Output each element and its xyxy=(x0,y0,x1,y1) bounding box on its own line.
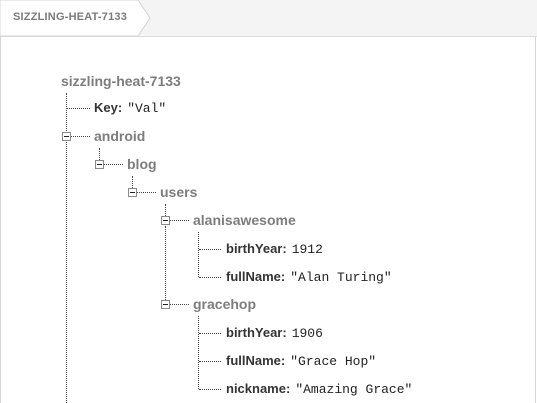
leaf-value: "Amazing Grace" xyxy=(295,382,413,397)
collapse-toggle-users[interactable] xyxy=(128,188,137,197)
tree-leaf-fullname[interactable]: fullName: "Alan Turing" xyxy=(226,269,392,285)
tree-leaf-key[interactable]: Key: "Val" xyxy=(94,100,166,116)
breadcrumb-item-root[interactable]: SIZZLING-HEAT-7133 xyxy=(0,0,151,37)
leaf-key: birthYear: xyxy=(226,325,287,340)
collapse-toggle-gracehop[interactable] xyxy=(161,300,170,309)
leaf-key: fullName: xyxy=(226,269,286,284)
tree-connector xyxy=(71,136,90,137)
tree-connector xyxy=(199,277,221,278)
leaf-key: fullName: xyxy=(226,353,286,368)
tree-node-blog[interactable]: blog xyxy=(127,156,157,172)
leaf-key: nickname: xyxy=(226,381,291,396)
tree-node-root[interactable]: sizzling-heat-7133 xyxy=(61,73,181,89)
tree-connector xyxy=(199,361,221,362)
leaf-value: 1912 xyxy=(291,242,323,257)
tree-connector xyxy=(104,164,123,165)
leaf-value: "Grace Hop" xyxy=(290,354,377,369)
collapse-toggle-android[interactable] xyxy=(62,132,71,141)
tree-connector xyxy=(199,389,221,390)
breadcrumb: SIZZLING-HEAT-7133 xyxy=(0,0,537,37)
tree-connector xyxy=(170,304,189,305)
tree-node-alanisawesome[interactable]: alanisawesome xyxy=(193,212,296,228)
tree-connector xyxy=(199,249,221,250)
tree-connector xyxy=(198,316,199,389)
leaf-value: "Val" xyxy=(127,101,167,116)
tree-connector xyxy=(170,220,189,221)
data-tree: sizzling-heat-7133 Key: "Val" android blo… xyxy=(0,37,537,403)
tree-leaf-birthyear[interactable]: birthYear: 1906 xyxy=(226,325,323,341)
collapse-toggle-alanisawesome[interactable] xyxy=(161,216,170,225)
breadcrumb-label[interactable]: SIZZLING-HEAT-7133 xyxy=(13,11,127,23)
tree-node-android[interactable]: android xyxy=(94,128,145,144)
tree-node-users[interactable]: users xyxy=(160,184,197,200)
tree-node-gracehop[interactable]: gracehop xyxy=(193,296,256,312)
tree-connector xyxy=(199,333,221,334)
tree-leaf-fullname[interactable]: fullName: "Grace Hop" xyxy=(226,353,376,369)
tree-connector xyxy=(67,108,90,109)
tree-connector xyxy=(165,226,166,300)
tree-connector xyxy=(198,232,199,277)
leaf-value: 1906 xyxy=(291,326,323,341)
tree-leaf-birthyear[interactable]: birthYear: 1912 xyxy=(226,241,323,257)
tree-connector xyxy=(137,192,156,193)
leaf-key: birthYear: xyxy=(226,241,287,256)
tree-leaf-nickname[interactable]: nickname: "Amazing Grace" xyxy=(226,381,412,397)
leaf-key: Key: xyxy=(94,100,123,115)
collapse-toggle-blog[interactable] xyxy=(95,160,104,169)
leaf-value: "Alan Turing" xyxy=(290,270,392,285)
